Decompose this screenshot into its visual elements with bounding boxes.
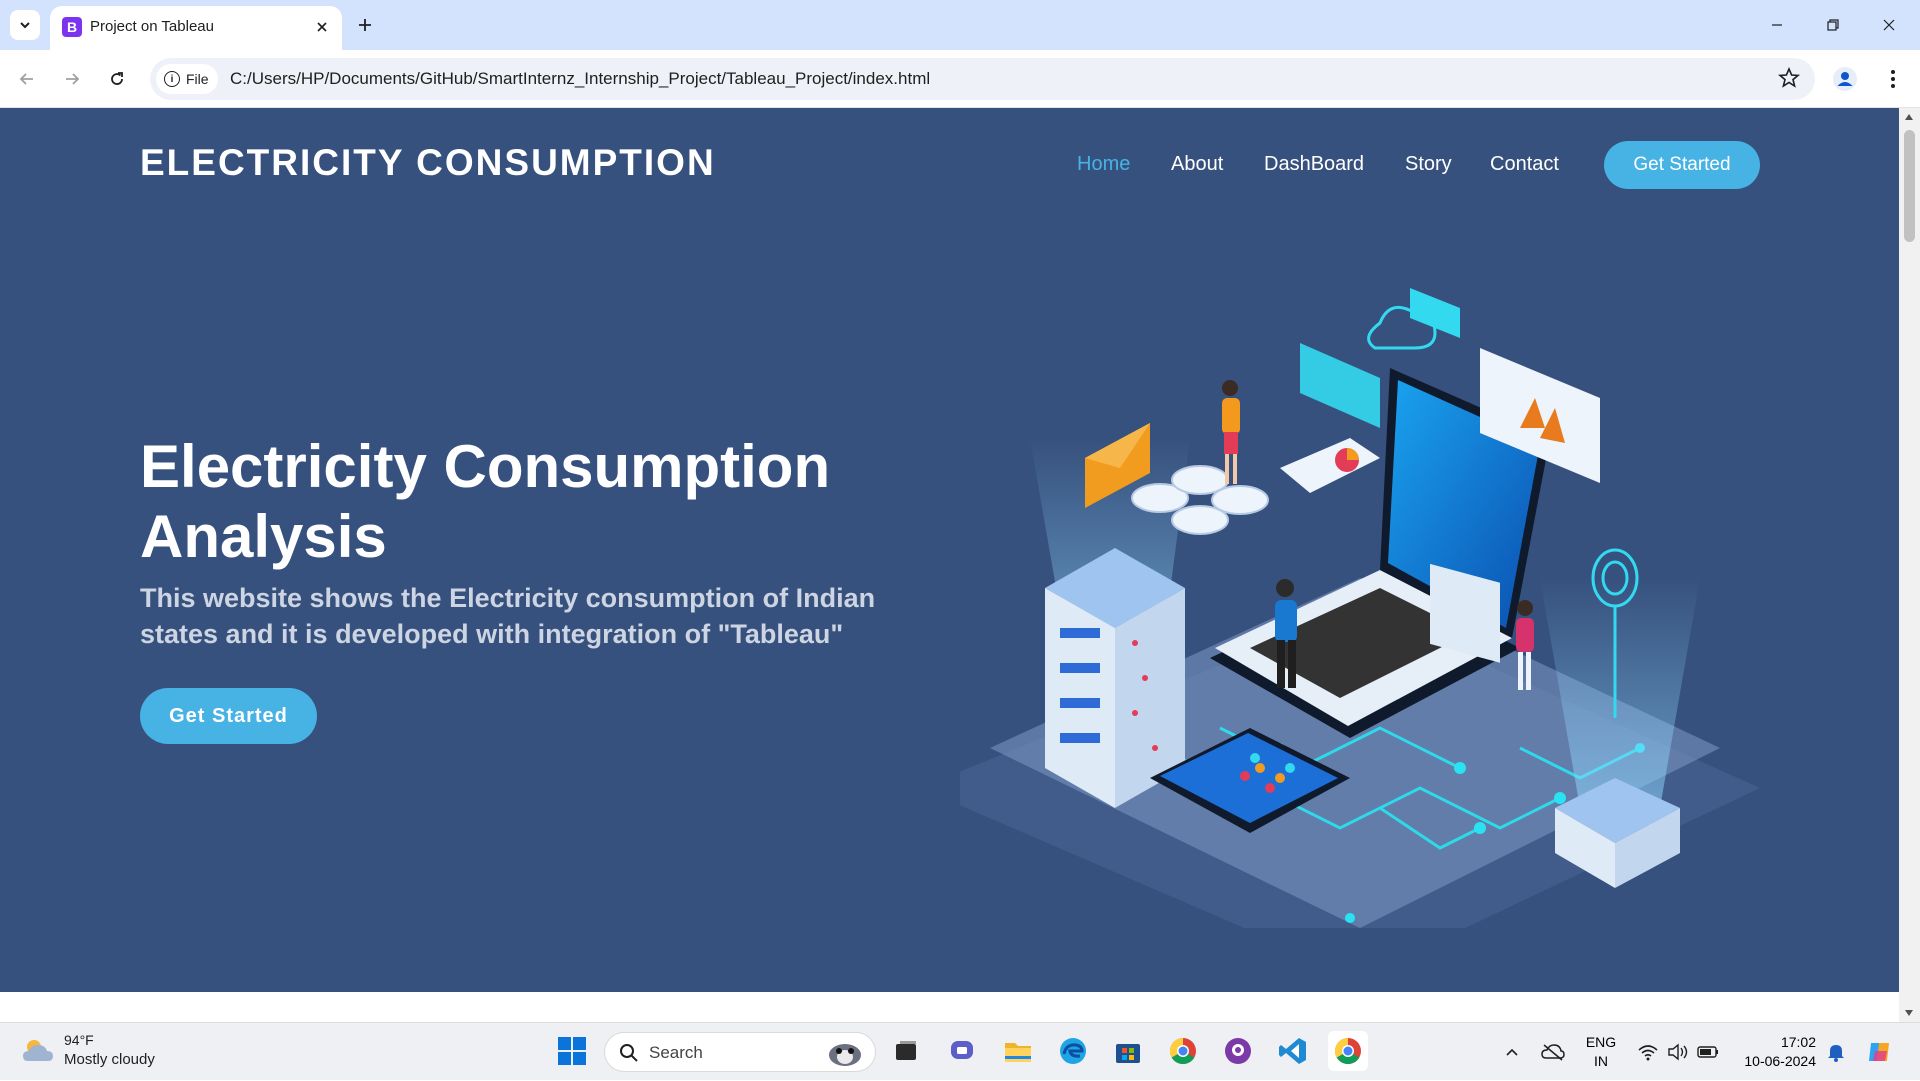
hero-illustration (960, 288, 1760, 928)
browser-tab-strip: B Project on Tableau (0, 0, 1920, 50)
github-desktop-button[interactable] (1218, 1031, 1258, 1071)
store-icon (1116, 1044, 1140, 1063)
scroll-thumb[interactable] (1904, 130, 1915, 242)
battery-icon (1697, 1046, 1718, 1058)
site-logo[interactable]: ELECTRICITY CONSUMPTION (140, 142, 716, 184)
kebab-menu-icon (1891, 70, 1895, 88)
chrome-icon (1169, 1037, 1196, 1065)
windows-taskbar: 94°F Mostly cloudy Search ENG IN 17:02 1… (0, 1022, 1920, 1080)
windows-logo-icon (558, 1037, 586, 1065)
chrome-icon (1334, 1037, 1361, 1065)
minimize-icon (1772, 24, 1782, 26)
site-info-chip[interactable]: i File (156, 64, 218, 94)
speaker-icon (1668, 1043, 1688, 1061)
search-highlight-badger-icon (829, 1044, 861, 1066)
copilot-button[interactable] (1862, 1023, 1898, 1081)
language-indicator[interactable]: ENG IN (1584, 1033, 1618, 1071)
bell-icon (1828, 1045, 1844, 1062)
clock-time: 17:02 (1780, 1034, 1816, 1050)
vscode-button[interactable] (1273, 1031, 1313, 1071)
cloudy-weather-icon[interactable] (22, 1037, 56, 1065)
address-bar[interactable]: i File C:/Users/HP/Documents/GitHub/Smar… (150, 58, 1815, 100)
nav-contact[interactable]: Contact (1490, 153, 1559, 176)
vscode-icon (1279, 1038, 1306, 1064)
wifi-icon (1638, 1045, 1658, 1061)
copilot-icon (1869, 1043, 1889, 1061)
close-icon (317, 22, 327, 32)
chrome-button[interactable] (1163, 1031, 1203, 1071)
reload-button[interactable] (101, 63, 133, 95)
chevron-down-icon (20, 22, 30, 29)
back-button[interactable] (11, 63, 43, 95)
volume-button[interactable] (1664, 1023, 1692, 1081)
arrow-left-icon (19, 73, 33, 85)
forward-button[interactable] (56, 63, 88, 95)
page-scrollbar[interactable] (1899, 108, 1920, 1022)
teams-chat-icon (951, 1041, 973, 1059)
bookmark-button[interactable] (1777, 66, 1801, 95)
onedrive-button[interactable] (1538, 1023, 1568, 1081)
search-icon (620, 1044, 638, 1062)
reload-icon (111, 72, 123, 85)
url-text[interactable]: C:/Users/HP/Documents/GitHub/SmartIntern… (230, 69, 930, 89)
weather-temperature[interactable]: 94°F (64, 1032, 94, 1048)
info-icon: i (164, 71, 180, 87)
microsoft-store-button[interactable] (1108, 1031, 1148, 1071)
show-hidden-icons-button[interactable] (1500, 1023, 1524, 1081)
taskbar-search-box[interactable]: Search (604, 1032, 876, 1072)
clock-date: 10-06-2024 (1744, 1053, 1816, 1069)
tab-title: Project on Tableau (90, 18, 214, 35)
nav-story[interactable]: Story (1405, 153, 1452, 176)
restore-button[interactable] (1805, 0, 1861, 50)
weather-description[interactable]: Mostly cloudy (64, 1051, 155, 1068)
hero-get-started-button[interactable]: Get Started (140, 688, 317, 744)
profile-button[interactable] (1829, 63, 1861, 95)
hero-title: Electricity Consumption Analysis (140, 433, 831, 570)
github-desktop-icon (1225, 1038, 1251, 1064)
edge-browser-button[interactable] (1053, 1031, 1093, 1071)
battery-button[interactable] (1694, 1023, 1722, 1081)
profile-icon (1833, 67, 1857, 91)
file-explorer-button[interactable] (998, 1031, 1038, 1071)
new-tab-button[interactable] (350, 10, 380, 40)
minimize-button[interactable] (1749, 0, 1805, 50)
tab-search-button[interactable] (10, 10, 40, 40)
scroll-down-arrow-icon[interactable] (1905, 1010, 1913, 1016)
system-clock[interactable]: 17:02 10-06-2024 (1730, 1033, 1816, 1071)
tab-close-button[interactable] (310, 15, 334, 39)
nav-home[interactable]: Home (1077, 153, 1130, 176)
notifications-button[interactable] (1822, 1023, 1850, 1081)
scroll-up-arrow-icon[interactable] (1905, 114, 1913, 120)
restore-icon (1827, 19, 1839, 31)
teams-chat-button[interactable] (942, 1031, 982, 1071)
browser-toolbar: i File C:/Users/HP/Documents/GitHub/Smar… (0, 50, 1920, 108)
browser-menu-button[interactable] (1877, 63, 1909, 95)
task-view-icon (896, 1041, 916, 1060)
nav-dashboard[interactable]: DashBoard (1264, 153, 1364, 176)
task-view-button[interactable] (886, 1031, 926, 1071)
browser-tab-active[interactable]: B Project on Tableau (50, 6, 342, 50)
plus-icon (359, 19, 371, 31)
site-chip-label: File (186, 71, 209, 87)
region-code: IN (1594, 1053, 1608, 1069)
nav-get-started-button[interactable]: Get Started (1604, 141, 1760, 189)
nav-about[interactable]: About (1171, 153, 1223, 176)
hero-subtitle: This website shows the Electricity consu… (140, 583, 876, 649)
close-icon (1883, 19, 1895, 31)
language-code: ENG (1585, 1034, 1617, 1050)
edge-icon (1060, 1038, 1086, 1064)
windows-start-button[interactable] (552, 1031, 592, 1071)
wifi-button[interactable] (1634, 1023, 1662, 1081)
close-window-button[interactable] (1861, 0, 1917, 50)
star-icon (1777, 66, 1801, 88)
taskbar-search-placeholder: Search (649, 1043, 703, 1062)
chevron-up-icon (1506, 1048, 1518, 1056)
page-bottom-strip (0, 992, 1899, 1022)
chrome-active-button[interactable] (1328, 1031, 1368, 1071)
arrow-right-icon (66, 73, 80, 85)
folder-icon (1005, 1043, 1031, 1062)
web-page: ELECTRICITY CONSUMPTION Home About DashB… (0, 108, 1899, 992)
tab-favicon-icon: B (62, 17, 82, 37)
cloud-offline-icon (1541, 1044, 1565, 1061)
